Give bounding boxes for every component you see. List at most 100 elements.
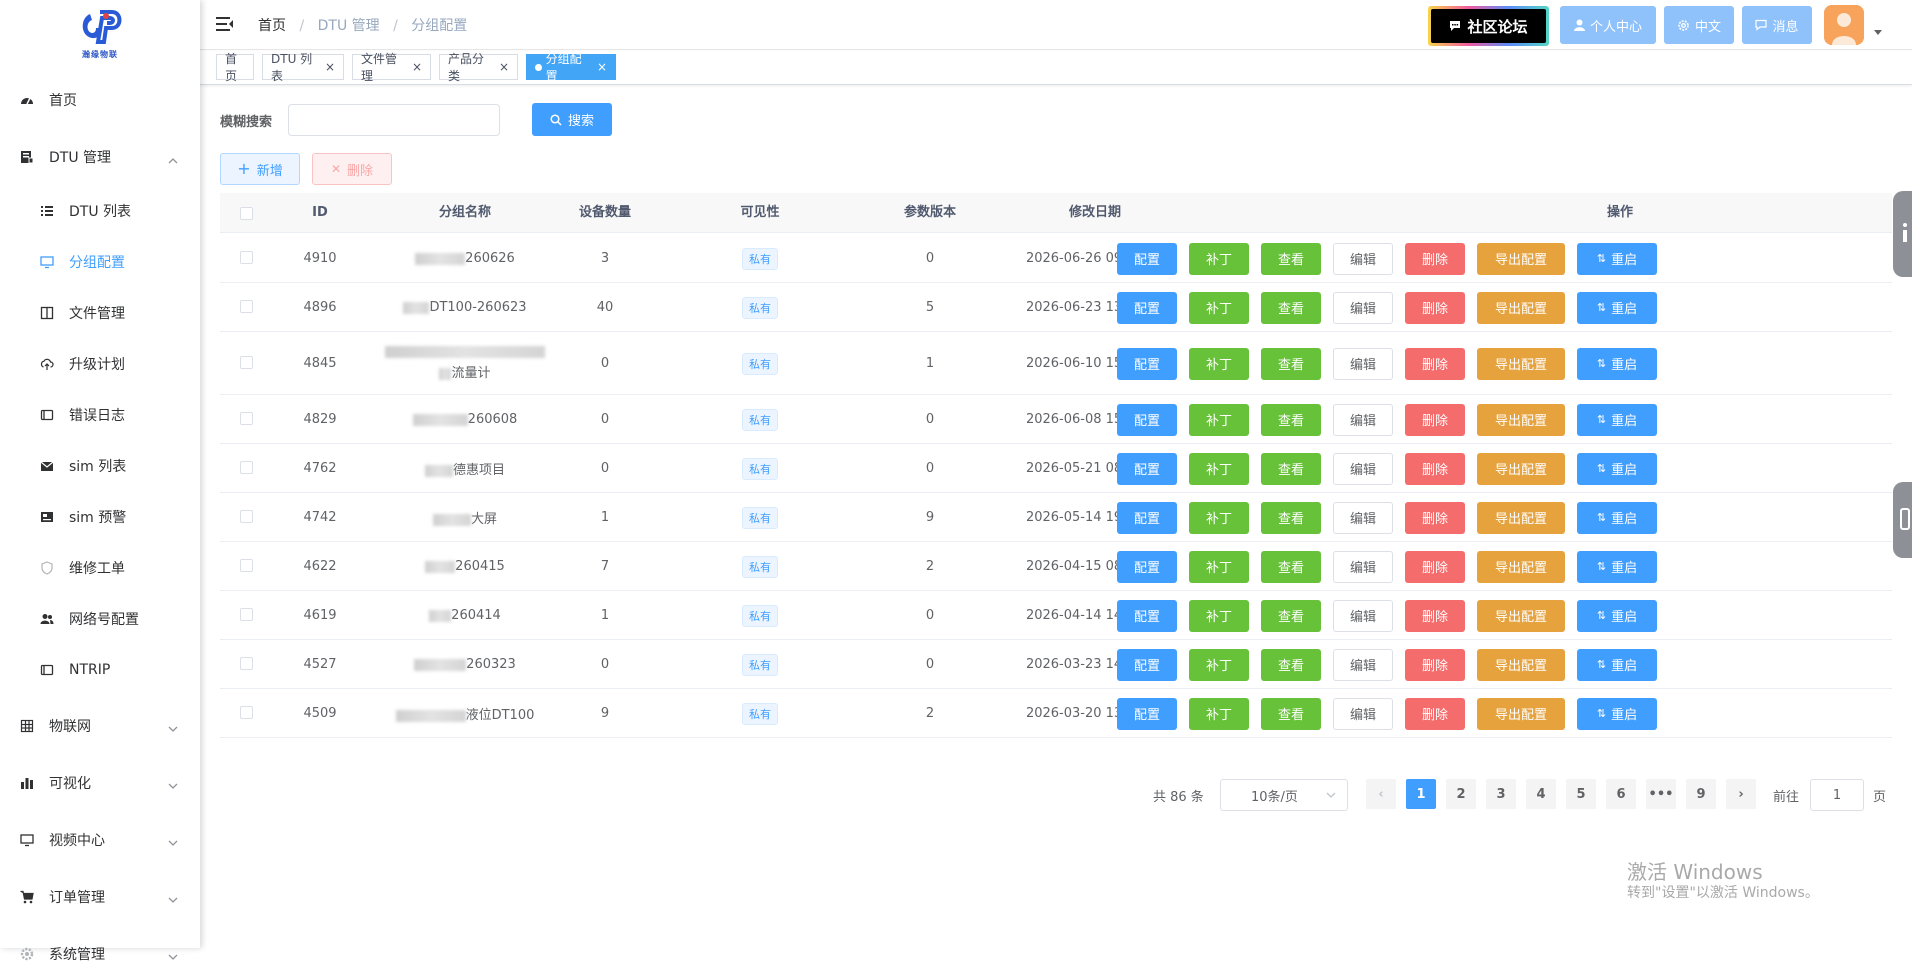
sidebar-item-视频中心[interactable]: 视频中心 bbox=[0, 815, 200, 865]
export-config-button[interactable]: 导出配置 bbox=[1477, 291, 1565, 324]
edit-button[interactable]: 编辑 bbox=[1333, 403, 1393, 436]
config-button[interactable]: 配置 bbox=[1117, 697, 1177, 730]
breadcrumb-home[interactable]: 首页 bbox=[258, 18, 286, 34]
delete-button[interactable]: 删除 bbox=[1405, 291, 1465, 324]
view-button[interactable]: 查看 bbox=[1261, 599, 1321, 632]
edit-button[interactable]: 编辑 bbox=[1333, 599, 1393, 632]
more-pages-button[interactable]: ••• bbox=[1646, 779, 1676, 809]
sidebar-item-dtu-管理[interactable]: DTU 管理 bbox=[0, 132, 200, 182]
patch-button[interactable]: 补丁 bbox=[1189, 403, 1249, 436]
prev-page-button[interactable]: ‹ bbox=[1366, 779, 1396, 809]
sidebar-item-系统管理[interactable]: 系统管理 bbox=[0, 929, 200, 979]
settings-panel-handle[interactable] bbox=[1893, 482, 1912, 558]
row-checkbox[interactable] bbox=[240, 705, 253, 719]
page-button[interactable]: 2 bbox=[1446, 779, 1476, 809]
edit-button[interactable]: 编辑 bbox=[1333, 291, 1393, 324]
sidebar-item-订单管理[interactable]: 订单管理 bbox=[0, 872, 200, 922]
delete-button[interactable]: 删除 bbox=[1405, 347, 1465, 380]
config-button[interactable]: 配置 bbox=[1117, 501, 1177, 534]
sidebar-item-升级计划[interactable]: 升级计划 bbox=[0, 339, 200, 389]
row-checkbox[interactable] bbox=[240, 558, 253, 572]
page-button[interactable]: 6 bbox=[1606, 779, 1636, 809]
tag-首页[interactable]: 首页 bbox=[216, 52, 254, 83]
restart-button[interactable]: ⇅ 重启 bbox=[1577, 347, 1657, 380]
export-config-button[interactable]: 导出配置 bbox=[1477, 242, 1565, 275]
delete-button[interactable]: 删除 bbox=[1405, 403, 1465, 436]
page-button[interactable]: 5 bbox=[1566, 779, 1596, 809]
search-button[interactable]: 搜索 bbox=[532, 103, 612, 136]
restart-button[interactable]: ⇅ 重启 bbox=[1577, 697, 1657, 730]
patch-button[interactable]: 补丁 bbox=[1189, 697, 1249, 730]
delete-button[interactable]: 删除 bbox=[1405, 452, 1465, 485]
config-button[interactable]: 配置 bbox=[1117, 648, 1177, 681]
edit-button[interactable]: 编辑 bbox=[1333, 697, 1393, 730]
export-config-button[interactable]: 导出配置 bbox=[1477, 347, 1565, 380]
edit-button[interactable]: 编辑 bbox=[1333, 550, 1393, 583]
chevron-down-icon[interactable] bbox=[1874, 30, 1882, 35]
delete-button[interactable]: 删除 bbox=[1405, 648, 1465, 681]
edit-button[interactable]: 编辑 bbox=[1333, 242, 1393, 275]
row-checkbox[interactable] bbox=[240, 299, 253, 313]
edit-button[interactable]: 编辑 bbox=[1333, 347, 1393, 380]
goto-page-input[interactable]: 1 bbox=[1810, 779, 1864, 811]
view-button[interactable]: 查看 bbox=[1261, 501, 1321, 534]
sidebar-item-dtu-列表[interactable]: DTU 列表 bbox=[0, 186, 200, 236]
delete-button[interactable]: 删除 bbox=[1405, 242, 1465, 275]
info-panel-handle[interactable] bbox=[1893, 191, 1912, 277]
export-config-button[interactable]: 导出配置 bbox=[1477, 501, 1565, 534]
forum-button[interactable]: 社区论坛 bbox=[1428, 6, 1549, 46]
sidebar-item-维修工单[interactable]: 维修工单 bbox=[0, 543, 200, 593]
row-checkbox[interactable] bbox=[240, 509, 253, 523]
sidebar-item-分组配置[interactable]: 分组配置 bbox=[0, 237, 200, 287]
view-button[interactable]: 查看 bbox=[1261, 347, 1321, 380]
select-all-checkbox[interactable] bbox=[240, 207, 253, 220]
config-button[interactable]: 配置 bbox=[1117, 242, 1177, 275]
tag-文件管理[interactable]: 文件管理 × bbox=[352, 52, 431, 83]
config-button[interactable]: 配置 bbox=[1117, 452, 1177, 485]
row-checkbox[interactable] bbox=[240, 656, 253, 670]
edit-button[interactable]: 编辑 bbox=[1333, 452, 1393, 485]
view-button[interactable]: 查看 bbox=[1261, 550, 1321, 583]
sidebar-item-网络号配置[interactable]: 网络号配置 bbox=[0, 594, 200, 644]
view-button[interactable]: 查看 bbox=[1261, 648, 1321, 681]
restart-button[interactable]: ⇅ 重启 bbox=[1577, 501, 1657, 534]
patch-button[interactable]: 补丁 bbox=[1189, 452, 1249, 485]
tag-dtu-列表[interactable]: DTU 列表 × bbox=[262, 52, 344, 83]
export-config-button[interactable]: 导出配置 bbox=[1477, 452, 1565, 485]
edit-button[interactable]: 编辑 bbox=[1333, 501, 1393, 534]
add-button[interactable]: + 新增 bbox=[220, 153, 300, 185]
config-button[interactable]: 配置 bbox=[1117, 550, 1177, 583]
restart-button[interactable]: ⇅ 重启 bbox=[1577, 242, 1657, 275]
sidebar-item-ntrip[interactable]: NTRIP bbox=[0, 645, 200, 695]
next-page-button[interactable]: › bbox=[1726, 779, 1756, 809]
delete-button[interactable]: 删除 bbox=[1405, 599, 1465, 632]
search-input[interactable] bbox=[288, 104, 500, 136]
page-button[interactable]: 3 bbox=[1486, 779, 1516, 809]
patch-button[interactable]: 补丁 bbox=[1189, 550, 1249, 583]
patch-button[interactable]: 补丁 bbox=[1189, 501, 1249, 534]
export-config-button[interactable]: 导出配置 bbox=[1477, 550, 1565, 583]
delete-button[interactable]: 删除 bbox=[1405, 697, 1465, 730]
row-checkbox[interactable] bbox=[240, 355, 253, 369]
view-button[interactable]: 查看 bbox=[1261, 452, 1321, 485]
row-checkbox[interactable] bbox=[240, 411, 253, 425]
batch-delete-button[interactable]: ✕ 删除 bbox=[312, 153, 392, 185]
patch-button[interactable]: 补丁 bbox=[1189, 599, 1249, 632]
export-config-button[interactable]: 导出配置 bbox=[1477, 648, 1565, 681]
delete-button[interactable]: 删除 bbox=[1405, 550, 1465, 583]
close-icon[interactable]: × bbox=[325, 60, 335, 74]
messages-button[interactable]: 消息 bbox=[1742, 6, 1812, 44]
close-icon[interactable]: × bbox=[499, 60, 509, 74]
config-button[interactable]: 配置 bbox=[1117, 403, 1177, 436]
page-size-select[interactable]: 10条/页 bbox=[1220, 779, 1348, 811]
restart-button[interactable]: ⇅ 重启 bbox=[1577, 291, 1657, 324]
page-button[interactable]: 9 bbox=[1686, 779, 1716, 809]
page-button[interactable]: 1 bbox=[1406, 779, 1436, 809]
export-config-button[interactable]: 导出配置 bbox=[1477, 403, 1565, 436]
patch-button[interactable]: 补丁 bbox=[1189, 242, 1249, 275]
patch-button[interactable]: 补丁 bbox=[1189, 291, 1249, 324]
view-button[interactable]: 查看 bbox=[1261, 291, 1321, 324]
row-checkbox[interactable] bbox=[240, 250, 253, 264]
personal-center-button[interactable]: 个人中心 bbox=[1560, 6, 1656, 44]
export-config-button[interactable]: 导出配置 bbox=[1477, 697, 1565, 730]
